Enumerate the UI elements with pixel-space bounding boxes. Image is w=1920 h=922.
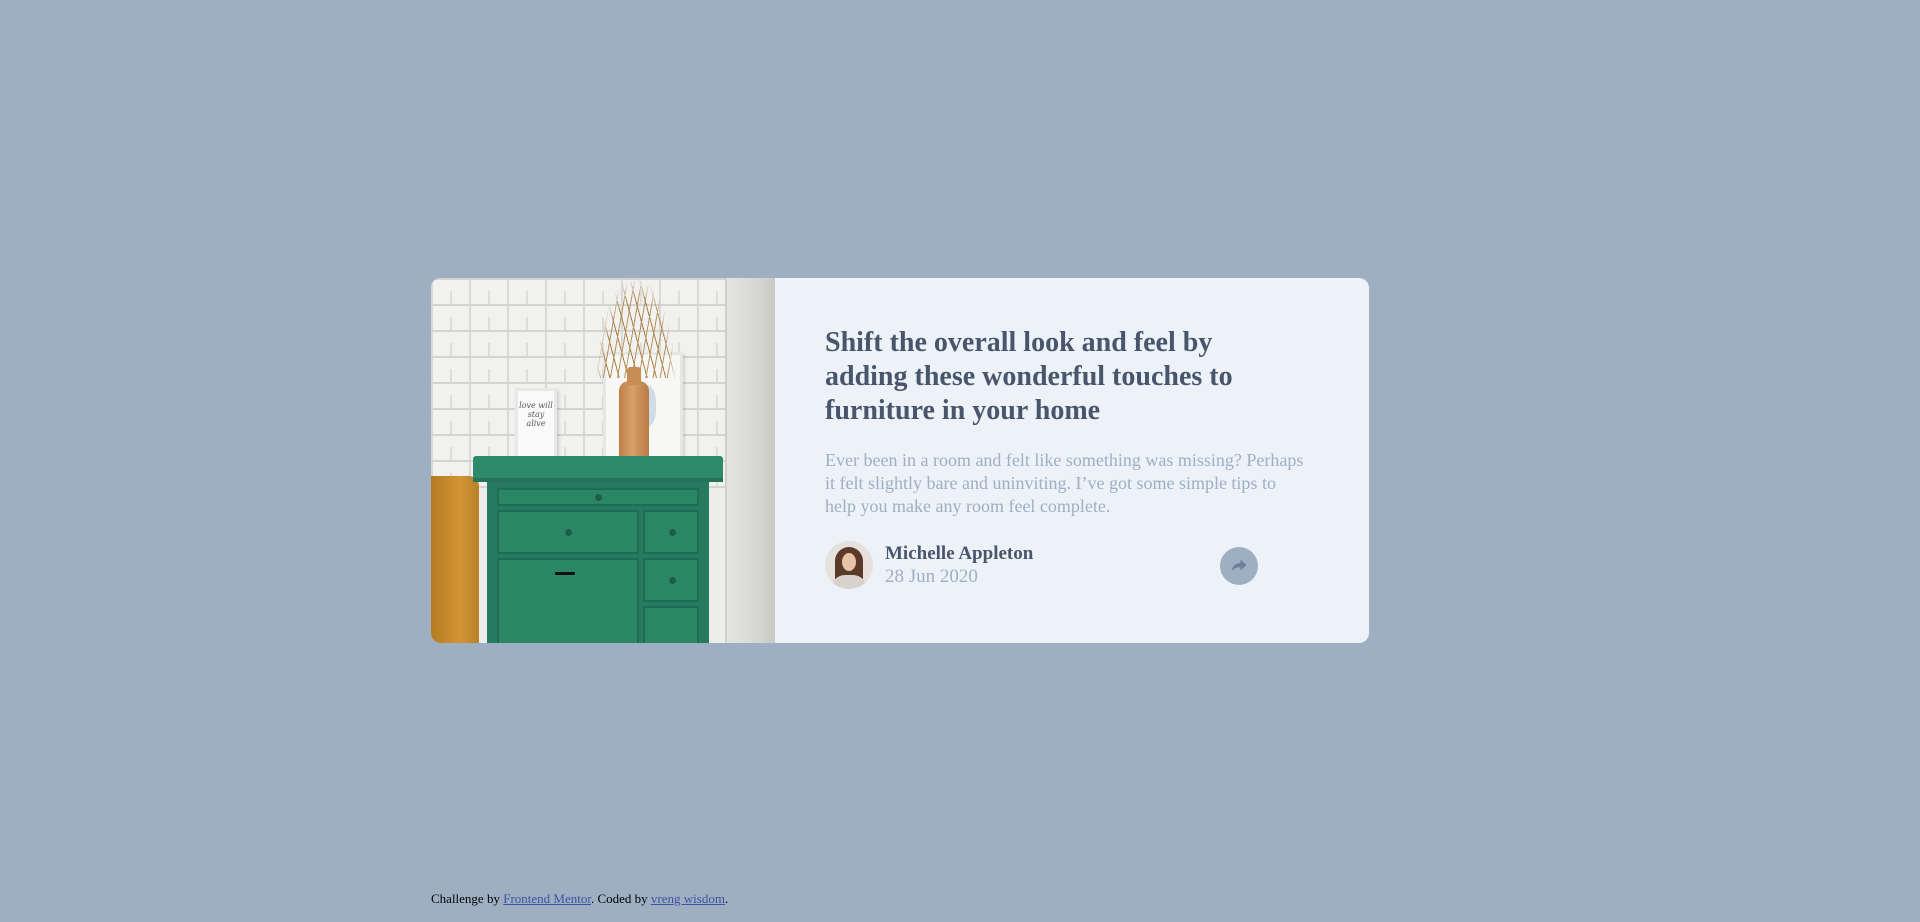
avatar — [825, 541, 873, 589]
drawer — [643, 558, 699, 602]
frontend-mentor-link[interactable]: Frontend Mentor — [503, 891, 591, 906]
dried-grass — [596, 278, 676, 378]
share-button[interactable] — [1220, 547, 1258, 585]
dresser-top — [473, 456, 723, 482]
article-preview-card: love will stay alive Shift the overall l… — [431, 278, 1369, 643]
picture-frame-small: love will stay alive — [515, 388, 557, 460]
article-image: love will stay alive — [431, 278, 775, 643]
footer-middle: . Coded by — [590, 891, 651, 906]
drawer — [497, 558, 639, 643]
article-title: Shift the overall look and feel by addin… — [825, 327, 1233, 426]
sofa-arm — [431, 476, 479, 643]
drawer — [643, 606, 699, 643]
publish-date: 28 Jun 2020 — [885, 566, 978, 587]
attribution-footer: Challenge by Frontend Mentor. Coded by v… — [431, 891, 728, 907]
author-text: Michelle Appleton 28 Jun 2020 — [885, 542, 1033, 588]
drawer — [643, 510, 699, 554]
drawer-knob — [595, 494, 602, 501]
article-content: Shift the overall look and feel by addin… — [775, 278, 1369, 643]
author-link[interactable]: vreng wisdom — [651, 891, 725, 906]
author-info: Michelle Appleton 28 Jun 2020 — [825, 541, 1033, 589]
drawer-knob — [669, 577, 676, 584]
dresser — [487, 482, 709, 643]
drawer-knob — [555, 572, 575, 575]
drawer — [497, 488, 699, 506]
drawer — [497, 510, 639, 554]
article-excerpt: Ever been in a room and felt like someth… — [825, 450, 1304, 516]
avatar-face — [842, 553, 856, 571]
footer-suffix: . — [724, 891, 729, 906]
drawer-knob — [669, 529, 676, 536]
share-arrow-icon — [1231, 559, 1247, 572]
door-panel — [725, 278, 775, 643]
author-name: Michelle Appleton — [885, 543, 1034, 564]
avatar-body — [831, 575, 867, 589]
drawer-knob — [565, 529, 572, 536]
frame-text: love will stay alive — [519, 401, 553, 428]
footer-prefix: Challenge by — [431, 891, 504, 906]
